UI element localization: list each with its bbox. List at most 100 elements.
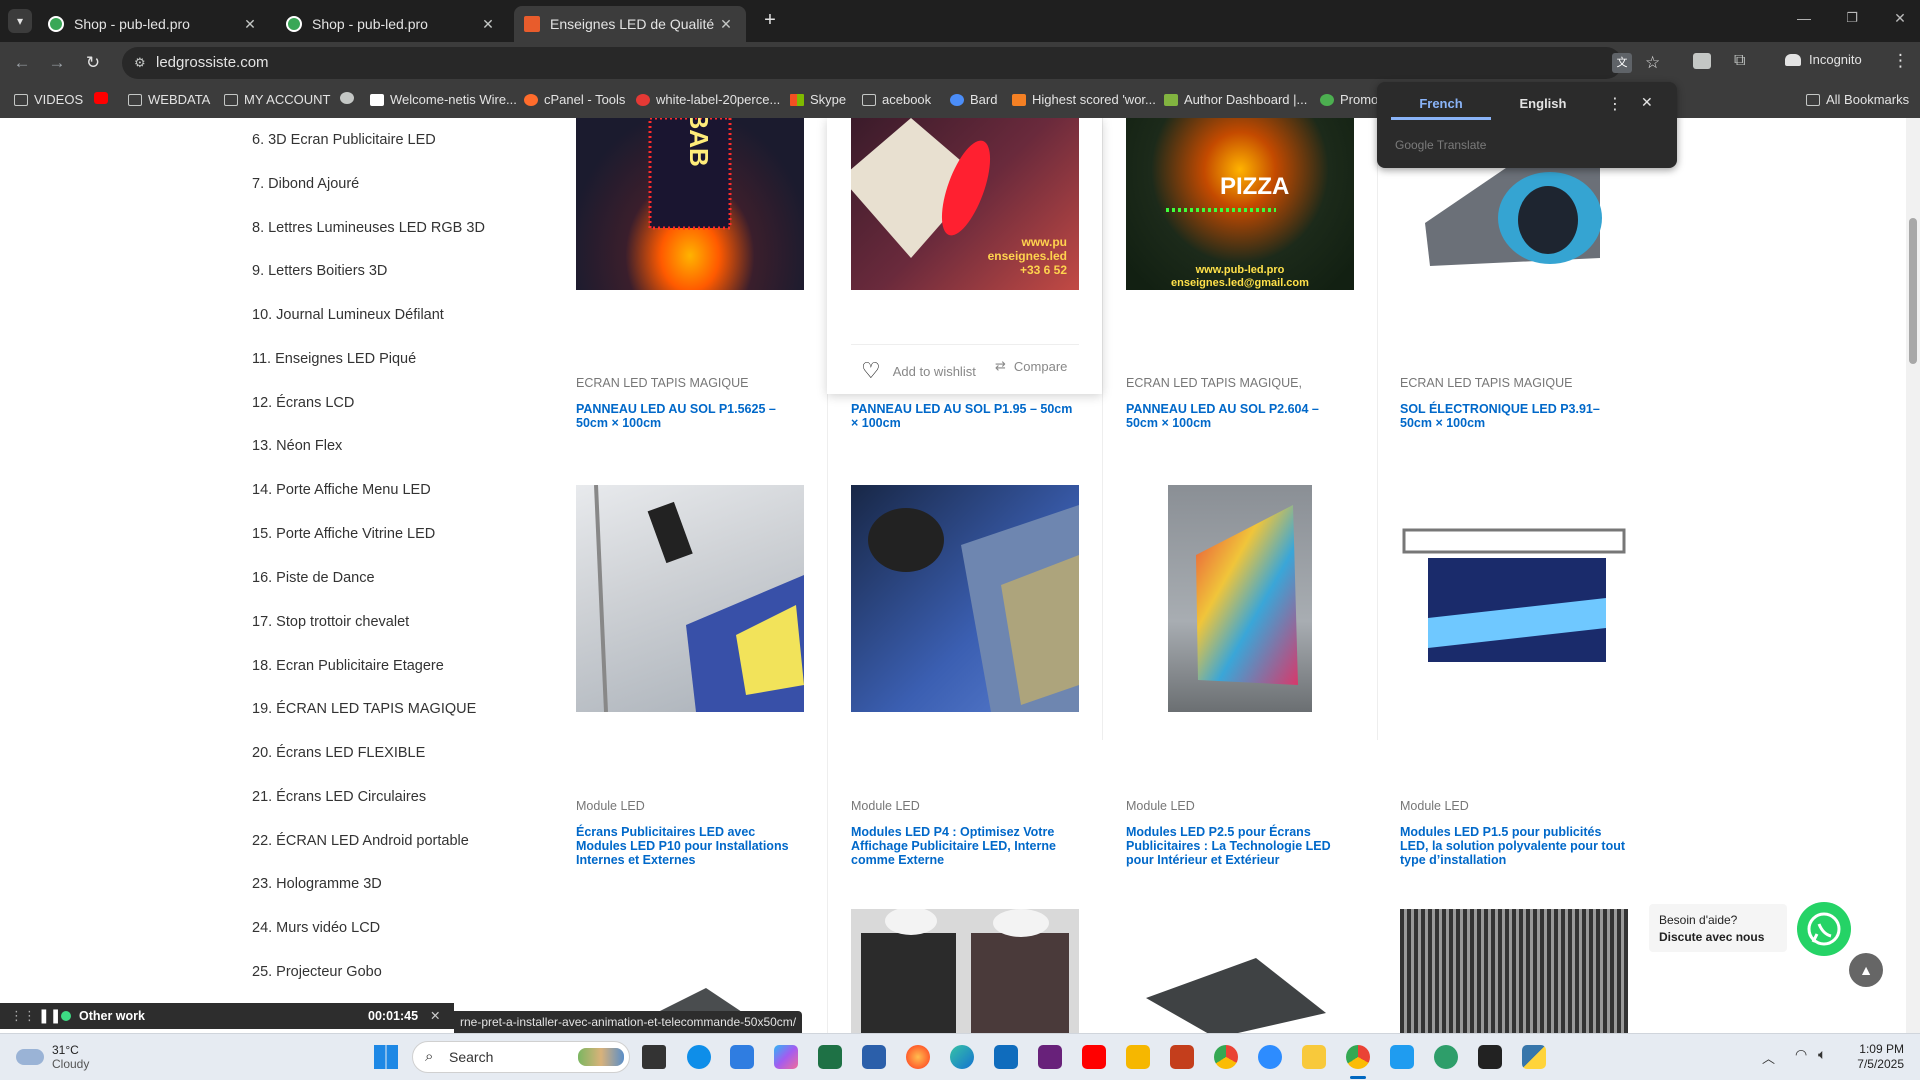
new-tab-button[interactable]: + — [758, 8, 782, 32]
product-image-lips-sign[interactable]: www.pu enseignes.led +33 6 52 — [851, 118, 1079, 290]
minimize-button[interactable]: — — [1792, 10, 1816, 26]
product-title-link[interactable]: PANNEAU LED AU SOL P2.604 – 50cm × 100cm — [1126, 402, 1354, 430]
bookmark-author-dashboard[interactable]: Author Dashboard |... — [1164, 92, 1307, 107]
product-image-ebab-sign[interactable]: EBAB — [576, 118, 804, 290]
bookmark-folder-webdata[interactable]: WEBDATA — [128, 92, 210, 107]
product-category-link[interactable]: ECRAN LED TAPIS MAGIQUE — [576, 376, 749, 390]
bookmark-bard[interactable]: Bard — [950, 92, 997, 107]
category-link[interactable]: 10. Journal Lumineux Défilant — [252, 307, 444, 323]
category-link[interactable]: 14. Porte Affiche Menu LED — [252, 482, 431, 498]
category-link[interactable]: 9. Letters Boitiers 3D — [252, 263, 387, 279]
category-link[interactable]: 12. Écrans LCD — [252, 395, 354, 411]
product-category-link[interactable]: Module LED — [576, 799, 645, 813]
bookmark-cpanel[interactable]: cPanel - Tools — [524, 92, 625, 107]
browser-tab[interactable]: Shop - pub-led.pro ✕ — [276, 6, 508, 42]
site-info-icon[interactable]: ⚙ — [134, 47, 146, 79]
translate-menu-icon[interactable]: ⋮ — [1607, 94, 1623, 114]
bookmark-promo[interactable]: Promo — [1320, 92, 1378, 107]
zoom-icon[interactable] — [1258, 1045, 1282, 1069]
product-category-link[interactable]: Module LED — [851, 799, 920, 813]
close-icon[interactable]: ✕ — [430, 1008, 440, 1023]
copilot-icon[interactable] — [774, 1045, 798, 1069]
browser-tab-active[interactable]: Enseignes LED de Qualité pour ✕ — [514, 6, 746, 42]
category-link[interactable]: 8. Lettres Lumineuses LED RGB 3D — [252, 220, 485, 236]
incognito-indicator[interactable]: Incognito — [1785, 52, 1862, 67]
wifi-icon[interactable]: ◠ — [1795, 1046, 1807, 1063]
category-link[interactable]: 19. ÉCRAN LED TAPIS MAGIQUE — [252, 701, 476, 717]
microsoft-store-icon[interactable] — [730, 1045, 754, 1069]
product-title-link[interactable]: PANNEAU LED AU SOL P1.95 – 50cm × 100cm — [851, 402, 1079, 430]
product-image-truss-screen-2[interactable] — [851, 485, 1079, 712]
restore-button[interactable]: ❐ — [1840, 10, 1864, 26]
product-category-link[interactable]: Module LED — [1400, 799, 1469, 813]
product-title-link[interactable]: Modules LED P2.5 pour Écrans Publicitair… — [1126, 825, 1354, 867]
translate-close-icon[interactable]: ✕ — [1641, 94, 1653, 111]
bookmark-netis[interactable]: Welcome-netis Wire... — [370, 92, 517, 107]
translate-tab-french[interactable]: French — [1391, 96, 1491, 118]
excel-icon[interactable] — [818, 1045, 842, 1069]
back-to-top-button[interactable]: ▲ — [1849, 953, 1883, 987]
all-bookmarks-folder[interactable]: All Bookmarks — [1806, 92, 1909, 107]
bookmark-white-label[interactable]: white-label-20perce... — [636, 92, 780, 107]
taskbar-search-box[interactable]: ⌕ Search — [412, 1041, 630, 1073]
volume-icon[interactable]: 🔈︎ — [1818, 1046, 1826, 1063]
product-image-hanging-screen[interactable] — [1400, 528, 1628, 678]
category-link[interactable]: 25. Projecteur Gobo — [252, 964, 382, 980]
product-image-truss-screen-1[interactable] — [576, 485, 804, 712]
clock[interactable]: 1:09 PM 7/5/2025 — [1846, 1042, 1904, 1072]
scrollbar-thumb[interactable] — [1909, 218, 1917, 364]
camera-extension-icon[interactable] — [1693, 53, 1711, 69]
browser-tab[interactable]: Shop - pub-led.pro ✕ — [38, 6, 270, 42]
product-title-link[interactable]: Modules LED P4 : Optimisez Votre Afficha… — [851, 825, 1079, 867]
youtube-icon[interactable] — [1082, 1045, 1106, 1069]
start-button[interactable] — [374, 1045, 398, 1069]
tab-search-button[interactable]: ▾ — [8, 9, 32, 33]
product-title-link[interactable]: SOL ÉLECTRONIQUE LED P3.91– 50cm × 100cm — [1400, 402, 1628, 430]
outlook-icon[interactable] — [994, 1045, 1018, 1069]
category-link[interactable]: 16. Piste de Dance — [252, 570, 375, 586]
bookmark-highest-scored[interactable]: Highest scored 'wor... — [1012, 92, 1156, 107]
compare-button[interactable]: ⇄ Compare — [995, 358, 1067, 374]
close-tab-icon[interactable]: ✕ — [716, 16, 736, 33]
edge-icon[interactable] — [950, 1045, 974, 1069]
word-icon[interactable] — [862, 1045, 886, 1069]
file-explorer-icon[interactable] — [1302, 1045, 1326, 1069]
close-window-button[interactable]: ✕ — [1888, 10, 1912, 27]
plex-icon[interactable] — [1126, 1045, 1150, 1069]
chrome-incognito-icon[interactable] — [1346, 1045, 1370, 1069]
teamviewer-icon[interactable] — [687, 1045, 711, 1069]
chrome-icon[interactable] — [1214, 1045, 1238, 1069]
category-link[interactable]: 20. Écrans LED FLEXIBLE — [252, 745, 425, 761]
product-category-link[interactable]: ECRAN LED TAPIS MAGIQUE, — [1126, 376, 1302, 390]
bookmark-folder-videos[interactable]: VIDEOS — [14, 92, 83, 107]
weather-widget[interactable]: 31°C Cloudy — [16, 1043, 89, 1071]
product-category-link[interactable]: ECRAN LED TAPIS MAGIQUE — [1400, 376, 1573, 390]
bookmark-globe[interactable] — [340, 92, 360, 104]
category-link[interactable]: 7. Dibond Ajouré — [252, 176, 359, 192]
reload-icon[interactable]: ↻ — [80, 50, 106, 76]
product-image-pizza-sign[interactable]: PIZZA www.pub-led.pro enseignes.led@gmail.… — [1126, 118, 1354, 290]
whatsapp-button[interactable] — [1797, 902, 1851, 956]
firefox-icon[interactable] — [906, 1045, 930, 1069]
drag-handle-icon[interactable]: ⋮⋮ — [10, 1008, 36, 1024]
vscode-icon[interactable] — [1390, 1045, 1414, 1069]
close-tab-icon[interactable]: ✕ — [240, 16, 260, 33]
bookmark-folder-facebook[interactable]: acebook — [862, 92, 931, 107]
category-link[interactable]: 18. Ecran Publicitaire Etagere — [252, 658, 444, 674]
extensions-icon[interactable]: ⧉ — [1734, 52, 1745, 70]
product-title-link[interactable]: PANNEAU LED AU SOL P1.5625 – 50cm × 100c… — [576, 402, 804, 430]
checkmark-app-icon[interactable] — [1434, 1045, 1458, 1069]
visual-studio-icon[interactable] — [1038, 1045, 1062, 1069]
bookmark-folder-my-account[interactable]: MY ACCOUNT — [224, 92, 330, 107]
bookmark-youtube[interactable] — [94, 92, 114, 104]
forward-icon[interactable]: → — [44, 50, 70, 76]
menu-kebab-icon[interactable]: ⋮ — [1892, 51, 1909, 71]
product-card-hover[interactable]: www.pu enseignes.led +33 6 52 ♡ Add to wis… — [827, 118, 1102, 394]
product-image-module-p4[interactable] — [851, 909, 1079, 1033]
category-link[interactable]: 15. Porte Affiche Vitrine LED — [252, 526, 435, 542]
back-icon[interactable]: ← — [9, 50, 35, 76]
translate-icon[interactable]: 文 — [1612, 53, 1632, 73]
bookmark-skype[interactable]: Skype — [790, 92, 846, 107]
page-scrollbar[interactable] — [1906, 118, 1920, 1033]
product-image-led-wall[interactable] — [1168, 485, 1312, 712]
